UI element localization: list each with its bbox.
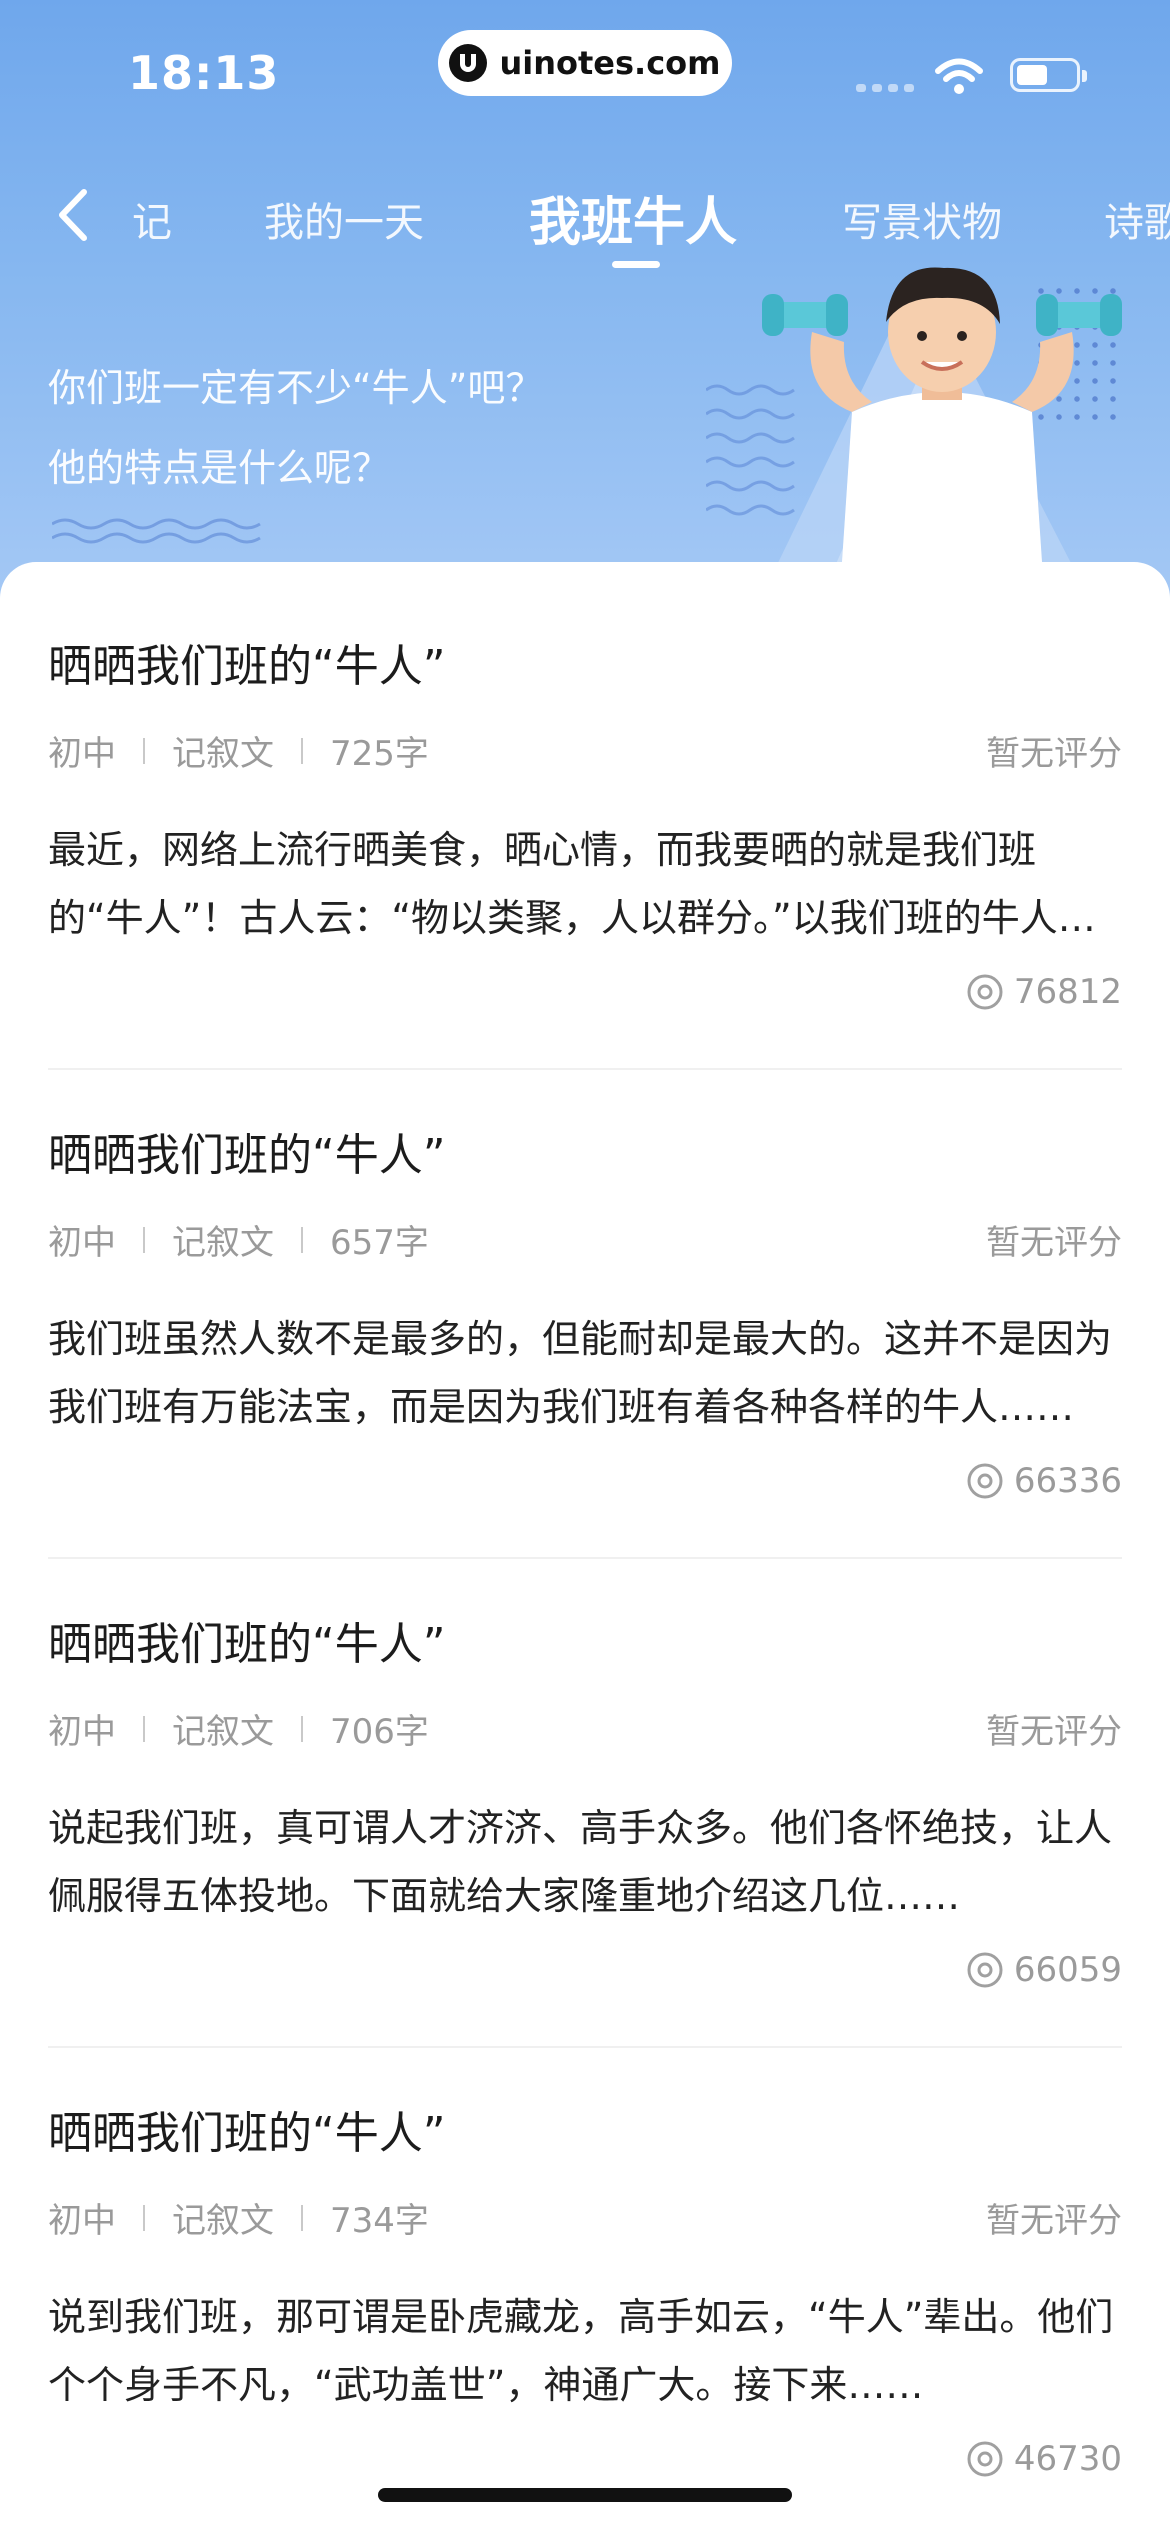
- view-count: 66336: [966, 1461, 1122, 1501]
- article-meta: 初中 记叙文 725字: [48, 726, 429, 775]
- card-divider: [48, 1068, 1122, 1070]
- eye-icon: [967, 1463, 1003, 1499]
- article-title: 晒晒我们班的“牛人”: [48, 641, 446, 692]
- site-logo-icon: [449, 44, 488, 82]
- word-count: 725字: [330, 734, 429, 774]
- article-meta: 初中 记叙文 706字: [48, 1704, 429, 1753]
- url-text: uinotes.com: [499, 44, 721, 82]
- meta-separator: [301, 737, 303, 764]
- genre-label: 记叙文: [172, 1223, 274, 1263]
- tab-partial-left[interactable]: 记: [132, 190, 172, 248]
- view-count: 66059: [966, 1950, 1122, 1990]
- genre-label: 记叙文: [172, 1712, 274, 1752]
- word-count: 734字: [330, 2201, 429, 2241]
- article-title: 晒晒我们班的“牛人”: [48, 1619, 446, 1670]
- meta-separator: [301, 1226, 303, 1253]
- meta-separator: [301, 1715, 303, 1742]
- word-count: 706字: [330, 1712, 429, 1752]
- word-count: 657字: [330, 1223, 429, 1263]
- battery-icon: [1010, 58, 1087, 92]
- genre-label: 记叙文: [172, 734, 274, 774]
- writing-prompt: 你们班一定有不少“牛人”吧？他的特点是什么呢？: [48, 366, 544, 490]
- hero-banner: 18:13 uinotes.com 记 我的一天 我班牛人 写景状物 诗歌 你们…: [0, 0, 1170, 600]
- meta-separator: [143, 1715, 145, 1742]
- rating-status: 暂无评分: [986, 734, 1122, 774]
- meta-separator: [143, 1226, 145, 1253]
- article-card[interactable]: 晒晒我们班的“牛人” 初中 记叙文 725字 暂无评分 最近，网络上流行晒美食，…: [48, 630, 1122, 1070]
- chevron-left-icon[interactable]: [50, 180, 110, 250]
- article-meta: 初中 记叙文 734字: [48, 2193, 429, 2242]
- article-card[interactable]: 晒晒我们班的“牛人” 初中 记叙文 706字 暂无评分 说起我们班，真可谓人才济…: [48, 1608, 1122, 2048]
- meta-separator: [301, 2204, 303, 2231]
- article-title: 晒晒我们班的“牛人”: [48, 2108, 446, 2159]
- tab-class-stars[interactable]: 我班牛人: [529, 180, 737, 255]
- article-card[interactable]: 晒晒我们班的“牛人” 初中 记叙文 734字 暂无评分 说到我们班，那可谓是卧虎…: [48, 2097, 1122, 2517]
- view-count: 46730: [966, 2439, 1122, 2479]
- eye-icon: [967, 1952, 1003, 1988]
- boy-with-dumbbells-illustration: [762, 267, 1122, 562]
- grade-label: 初中: [48, 2201, 116, 2241]
- view-count-value: 66336: [1013, 1461, 1122, 1501]
- eye-icon: [967, 974, 1003, 1010]
- grade-label: 初中: [48, 1712, 116, 1752]
- rating-status: 暂无评分: [986, 2201, 1122, 2241]
- article-list: 晒晒我们班的“牛人” 初中 记叙文 725字 暂无评分 最近，网络上流行晒美食，…: [0, 562, 1170, 2532]
- view-count-value: 76812: [1013, 972, 1122, 1012]
- article-meta: 初中 记叙文 657字: [48, 1215, 429, 1264]
- article-excerpt: 说到我们班，那可谓是卧虎藏龙，高手如云，“牛人”辈出。他们个个身手不凡，“武功盖…: [48, 2295, 1114, 2407]
- tab-scenery[interactable]: 写景状物: [842, 190, 1002, 248]
- article-excerpt: 最近，网络上流行晒美食，晒心情，而我要晒的就是我们班的“牛人”！古人云：“物以类…: [48, 828, 1096, 940]
- genre-label: 记叙文: [172, 2201, 274, 2241]
- view-count-value: 66059: [1013, 1950, 1122, 1990]
- article-title: 晒晒我们班的“牛人”: [48, 1130, 446, 1181]
- cellular-signal-icon: [856, 84, 914, 92]
- view-count: 76812: [966, 972, 1122, 1012]
- tab-poetry[interactable]: 诗歌: [1104, 190, 1170, 248]
- grade-label: 初中: [48, 1223, 116, 1263]
- meta-separator: [143, 2204, 145, 2231]
- rating-status: 暂无评分: [986, 1223, 1122, 1263]
- meta-separator: [143, 737, 145, 764]
- decorative-squiggle: [52, 518, 261, 544]
- rating-status: 暂无评分: [986, 1712, 1122, 1752]
- wifi-icon: [935, 58, 983, 94]
- tab-my-day[interactable]: 我的一天: [264, 190, 424, 248]
- eye-icon: [967, 2441, 1003, 2477]
- article-excerpt: 我们班虽然人数不是最多的，但能耐却是最大的。这并不是因为我们班有万能法宝，而是因…: [48, 1317, 1113, 1429]
- home-indicator[interactable]: [378, 2488, 792, 2502]
- article-card[interactable]: 晒晒我们班的“牛人” 初中 记叙文 657字 暂无评分 我们班虽然人数不是最多的…: [48, 1119, 1122, 1559]
- card-divider: [48, 2046, 1122, 2048]
- card-divider: [48, 1557, 1122, 1559]
- status-time: 18:13: [128, 46, 280, 100]
- url-pill: uinotes.com: [438, 30, 732, 96]
- grade-label: 初中: [48, 734, 116, 774]
- article-excerpt: 说起我们班，真可谓人才济济、高手众多。他们各怀绝技，让人佩服得五体投地。下面就给…: [48, 1806, 1113, 1918]
- view-count-value: 46730: [1013, 2439, 1122, 2479]
- active-tab-indicator: [612, 261, 660, 268]
